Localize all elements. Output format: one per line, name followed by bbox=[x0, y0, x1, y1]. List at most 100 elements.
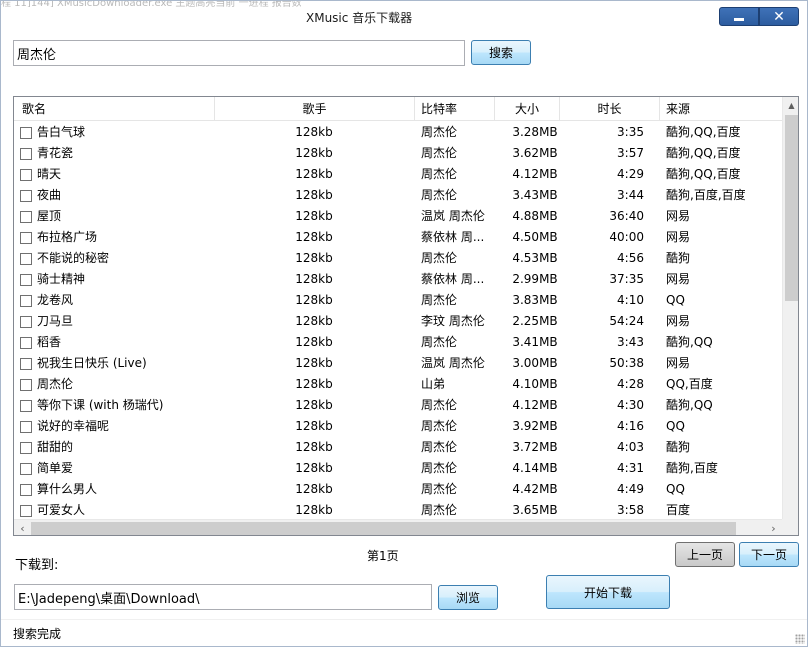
horizontal-scrollbar[interactable]: ‹ › bbox=[14, 519, 782, 535]
source-cell: 酷狗 bbox=[666, 440, 691, 454]
source-cell: 酷狗,QQ bbox=[666, 335, 713, 349]
size-cell: 3.00MB bbox=[512, 356, 558, 370]
table-row[interactable]: 简单爱 128kb 周杰伦 4.14MB 4:31 酷狗,百度 bbox=[14, 458, 782, 479]
resize-grip-icon[interactable] bbox=[795, 634, 805, 644]
song-name-cell: 可爱女人 bbox=[37, 503, 86, 517]
duration-cell: 3:44 bbox=[617, 188, 644, 202]
table-row[interactable]: 祝我生日快乐 (Live) 128kb 温岚 周杰伦 3.00MB 50:38 网易 bbox=[14, 353, 782, 374]
singer-cell: 128kb bbox=[295, 209, 333, 223]
row-checkbox[interactable] bbox=[20, 232, 32, 244]
bitrate-cell: 周杰伦 bbox=[421, 503, 458, 517]
singer-cell: 128kb bbox=[295, 146, 333, 160]
row-checkbox[interactable] bbox=[20, 400, 32, 412]
table-row[interactable]: 可爱女人 128kb 周杰伦 3.65MB 3:58 百度 bbox=[14, 500, 782, 521]
browse-button[interactable]: 浏览 bbox=[438, 585, 498, 610]
table-row[interactable]: 骑士精神 128kb 蔡依林 周... 2.99MB 37:35 网易 bbox=[14, 269, 782, 290]
song-name-cell: 甜甜的 bbox=[37, 440, 74, 454]
source-cell: 网易 bbox=[666, 272, 691, 286]
singer-cell: 128kb bbox=[295, 167, 333, 181]
scroll-up-icon[interactable]: ▲ bbox=[783, 97, 798, 114]
column-header-name[interactable]: 歌名 bbox=[14, 97, 215, 121]
column-header-source[interactable]: 来源 bbox=[660, 97, 782, 121]
table-row[interactable]: 夜曲 128kb 周杰伦 3.43MB 3:44 酷狗,百度,百度 bbox=[14, 185, 782, 206]
size-cell: 3.28MB bbox=[512, 125, 558, 139]
row-checkbox[interactable] bbox=[20, 421, 32, 433]
column-header-duration[interactable]: 时长 bbox=[560, 97, 660, 121]
row-checkbox[interactable] bbox=[20, 253, 32, 265]
row-checkbox[interactable] bbox=[20, 274, 32, 286]
duration-cell: 4:56 bbox=[617, 251, 644, 265]
table-row[interactable]: 告白气球 128kb 周杰伦 3.28MB 3:35 酷狗,QQ,百度 bbox=[14, 122, 782, 143]
row-checkbox[interactable] bbox=[20, 127, 32, 139]
scrollbar-corner bbox=[782, 519, 798, 535]
start-download-button[interactable]: 开始下载 bbox=[546, 575, 670, 609]
table-row[interactable]: 稻香 128kb 周杰伦 3.41MB 3:43 酷狗,QQ bbox=[14, 332, 782, 353]
prev-page-button[interactable]: 上一页 bbox=[675, 542, 735, 567]
bitrate-cell: 周杰伦 bbox=[421, 293, 458, 307]
singer-cell: 128kb bbox=[295, 398, 333, 412]
row-checkbox[interactable] bbox=[20, 358, 32, 370]
table-row[interactable]: 刀马旦 128kb 李玟 周杰伦 2.25MB 54:24 网易 bbox=[14, 311, 782, 332]
next-page-button[interactable]: 下一页 bbox=[739, 542, 799, 567]
column-header-singer[interactable]: 歌手 bbox=[215, 97, 415, 121]
size-cell: 3.92MB bbox=[512, 419, 558, 433]
search-input[interactable] bbox=[13, 40, 465, 66]
horizontal-scroll-thumb[interactable] bbox=[31, 522, 736, 535]
row-checkbox[interactable] bbox=[20, 337, 32, 349]
column-header-bitrate[interactable]: 比特率 bbox=[415, 97, 495, 121]
row-checkbox[interactable] bbox=[20, 442, 32, 454]
table-row[interactable]: 算什么男人 128kb 周杰伦 4.42MB 4:49 QQ bbox=[14, 479, 782, 500]
table-row[interactable]: 不能说的秘密 128kb 周杰伦 4.53MB 4:56 酷狗 bbox=[14, 248, 782, 269]
size-cell: 4.10MB bbox=[512, 377, 558, 391]
table-row[interactable]: 周杰伦 128kb 山弟 4.10MB 4:28 QQ,百度 bbox=[14, 374, 782, 395]
source-cell: 酷狗,百度,百度 bbox=[666, 188, 746, 202]
window-title: XMusic 音乐下载器 bbox=[306, 11, 413, 25]
source-cell: 网易 bbox=[666, 356, 691, 370]
singer-cell: 128kb bbox=[295, 482, 333, 496]
duration-cell: 50:38 bbox=[609, 356, 644, 370]
vertical-scrollbar[interactable]: ▲ bbox=[782, 97, 798, 519]
minimize-button[interactable] bbox=[719, 7, 759, 26]
song-name-cell: 告白气球 bbox=[37, 125, 86, 139]
row-checkbox[interactable] bbox=[20, 484, 32, 496]
table-row[interactable]: 甜甜的 128kb 周杰伦 3.72MB 4:03 酷狗 bbox=[14, 437, 782, 458]
size-cell: 3.83MB bbox=[512, 293, 558, 307]
duration-cell: 4:10 bbox=[617, 293, 644, 307]
table-row[interactable]: 说好的幸福呢 128kb 周杰伦 3.92MB 4:16 QQ bbox=[14, 416, 782, 437]
table-row[interactable]: 屋顶 128kb 温岚 周杰伦 4.88MB 36:40 网易 bbox=[14, 206, 782, 227]
table-row[interactable]: 晴天 128kb 周杰伦 4.12MB 4:29 酷狗,QQ,百度 bbox=[14, 164, 782, 185]
size-cell: 3.72MB bbox=[512, 440, 558, 454]
duration-cell: 37:35 bbox=[609, 272, 644, 286]
scroll-left-icon[interactable]: ‹ bbox=[14, 520, 31, 535]
table-row[interactable]: 布拉格广场 128kb 蔡依林 周... 4.50MB 40:00 网易 bbox=[14, 227, 782, 248]
table-row[interactable]: 青花瓷 128kb 周杰伦 3.62MB 3:57 酷狗,QQ,百度 bbox=[14, 143, 782, 164]
row-checkbox[interactable] bbox=[20, 211, 32, 223]
close-button[interactable]: ✕ bbox=[759, 7, 799, 26]
results-table: 歌名 歌手 比特率 大小 时长 来源 告白气球 128kb 周杰伦 3.28MB 3:3… bbox=[13, 96, 799, 536]
duration-cell: 36:40 bbox=[609, 209, 644, 223]
column-header-size[interactable]: 大小 bbox=[495, 97, 560, 121]
row-checkbox[interactable] bbox=[20, 463, 32, 475]
song-name-cell: 祝我生日快乐 (Live) bbox=[37, 356, 147, 370]
row-checkbox[interactable] bbox=[20, 169, 32, 181]
bitrate-cell: 李玟 周杰伦 bbox=[421, 314, 485, 328]
scroll-right-icon[interactable]: › bbox=[765, 520, 782, 535]
row-checkbox[interactable] bbox=[20, 190, 32, 202]
singer-cell: 128kb bbox=[295, 503, 333, 517]
row-checkbox[interactable] bbox=[20, 379, 32, 391]
bitrate-cell: 周杰伦 bbox=[421, 482, 458, 496]
search-button[interactable]: 搜索 bbox=[471, 40, 531, 65]
download-path-input[interactable] bbox=[14, 584, 432, 610]
vertical-scroll-thumb[interactable] bbox=[785, 115, 798, 301]
title-bar[interactable]: 程 11]144] XMusicDownloader.exe 主题高亮当前 一进… bbox=[1, 1, 807, 31]
table-row[interactable]: 龙卷风 128kb 周杰伦 3.83MB 4:10 QQ bbox=[14, 290, 782, 311]
row-checkbox[interactable] bbox=[20, 295, 32, 307]
song-name-cell: 算什么男人 bbox=[37, 482, 98, 496]
row-checkbox[interactable] bbox=[20, 505, 32, 517]
singer-cell: 128kb bbox=[295, 188, 333, 202]
source-cell: 网易 bbox=[666, 230, 691, 244]
size-cell: 2.99MB bbox=[512, 272, 558, 286]
row-checkbox[interactable] bbox=[20, 316, 32, 328]
table-row[interactable]: 等你下课 (with 杨瑞代) 128kb 周杰伦 4.12MB 4:30 酷狗,QQ bbox=[14, 395, 782, 416]
row-checkbox[interactable] bbox=[20, 148, 32, 160]
